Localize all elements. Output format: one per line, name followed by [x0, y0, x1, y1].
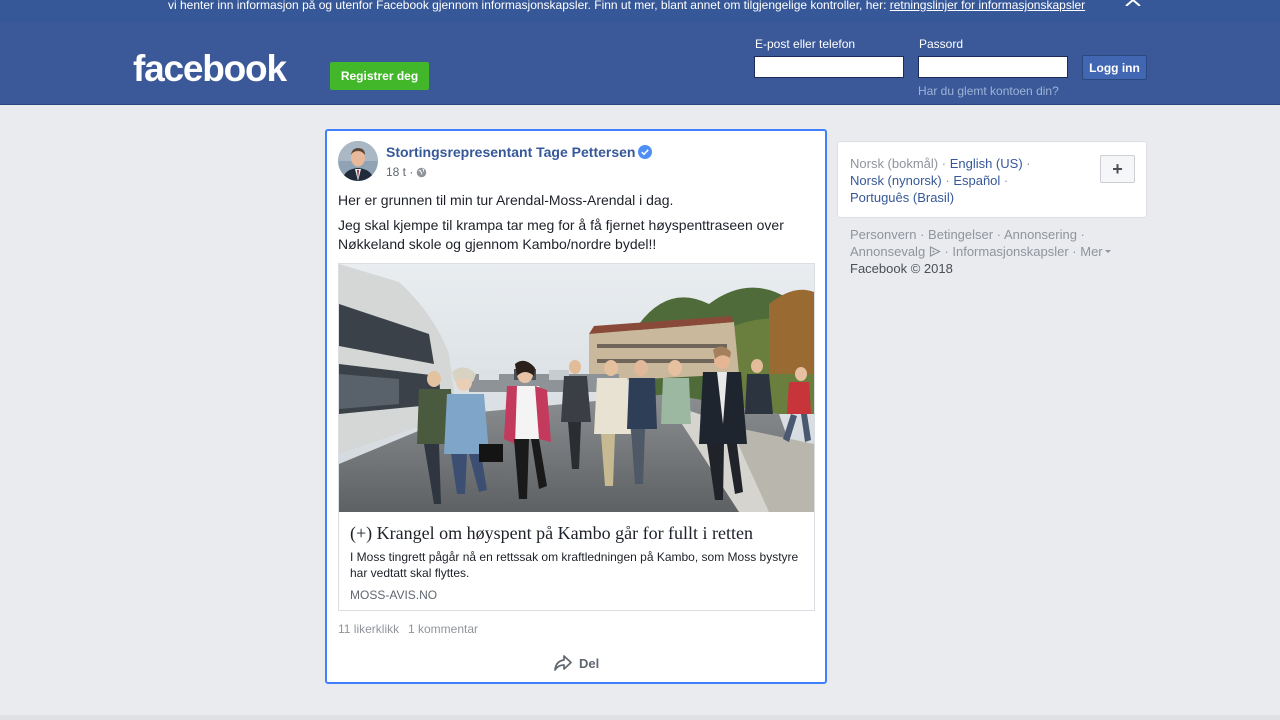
- facebook-logo[interactable]: facebook: [133, 45, 287, 93]
- footer-link-adchoices[interactable]: Annonsevalg: [850, 244, 925, 259]
- bottom-bar: [0, 715, 1280, 720]
- language-option-portugues[interactable]: Português (Brasil): [850, 190, 954, 205]
- password-label: Passord: [919, 37, 964, 51]
- add-language-button[interactable]: +: [1100, 155, 1135, 183]
- likes-count[interactable]: 11 likerklikk: [338, 622, 399, 636]
- footer-link-cookies[interactable]: Informasjonskapsler: [952, 244, 1068, 259]
- post-text-line-2: Jeg skal kjempe til krampa tar meg for å…: [338, 217, 784, 252]
- register-button[interactable]: Registrer deg: [330, 62, 429, 90]
- cookie-banner-text: vi henter inn informasjon på og utenfor …: [168, 0, 890, 12]
- link-preview-card[interactable]: (+) Krangel om høyspent på Kambo går for…: [338, 263, 815, 611]
- email-label: E-post eller telefon: [755, 37, 856, 51]
- password-field[interactable]: [918, 56, 1068, 78]
- separator: ·: [1022, 156, 1031, 171]
- cookie-banner: vi henter inn informasjon på og utenfor …: [0, 0, 1280, 22]
- language-option-nynorsk[interactable]: Norsk (nynorsk): [850, 173, 942, 188]
- forgot-account-link[interactable]: Har du glemt kontoen din?: [918, 84, 1059, 98]
- footer-link-terms[interactable]: Betingelser: [928, 227, 993, 242]
- language-option-espanol[interactable]: Español: [953, 173, 1000, 188]
- news-photo: [339, 264, 814, 512]
- link-title[interactable]: (+) Krangel om høyspent på Kambo går for…: [350, 523, 753, 544]
- footer-links: Personvern · Betingelser · Annonsering ·…: [850, 226, 1150, 277]
- top-navigation-bar: facebook Registrer deg E-post eller tele…: [0, 22, 1280, 105]
- share-label: Del: [579, 655, 600, 671]
- language-selector-box: Norsk (bokmål) · English (US) · Norsk (n…: [837, 141, 1147, 218]
- close-icon[interactable]: [1124, 0, 1142, 6]
- post-text-line-1: Her er grunnen til min tur Arendal-Moss-…: [338, 192, 674, 208]
- share-button[interactable]: Del: [553, 653, 599, 673]
- author-avatar[interactable]: [338, 141, 378, 181]
- login-button[interactable]: Logg inn: [1082, 55, 1147, 80]
- post-author-name[interactable]: Stortingsrepresentant Tage Pettersen: [386, 144, 635, 160]
- separator: ·: [993, 227, 1004, 242]
- chevron-down-icon[interactable]: [1104, 250, 1111, 253]
- comments-count[interactable]: 1 kommentar: [408, 622, 478, 636]
- adchoices-icon: [929, 246, 941, 257]
- separator: ·: [938, 156, 950, 171]
- separator: ·: [916, 227, 929, 242]
- language-option-english[interactable]: English (US): [950, 156, 1023, 171]
- language-current: Norsk (bokmål): [850, 156, 939, 171]
- separator: ·: [1076, 227, 1085, 242]
- footer-link-more[interactable]: Mer: [1080, 244, 1102, 259]
- link-domain: MOSS-AVIS.NO: [350, 588, 438, 602]
- copyright-text: Facebook © 2018: [850, 261, 953, 276]
- verified-badge-icon: [638, 145, 652, 159]
- cookie-policy-link[interactable]: retningslinjer for informasjonskapsler: [890, 0, 1085, 12]
- separator: ·: [941, 173, 954, 188]
- cookie-banner-text-wrap: vi henter inn informasjon på og utenfor …: [168, 0, 1085, 12]
- language-list: Norsk (bokmål) · English (US) · Norsk (n…: [850, 155, 1080, 206]
- separator: ·: [1000, 173, 1009, 188]
- email-field[interactable]: [754, 56, 904, 78]
- link-description: I Moss tingrett pågår nå en rettssak om …: [350, 550, 799, 580]
- separator: ·: [1068, 244, 1081, 259]
- footer-link-advertising[interactable]: Annonsering: [1004, 227, 1077, 242]
- link-preview-image[interactable]: [339, 264, 814, 512]
- share-arrow-icon: [554, 655, 572, 671]
- globe-icon: [416, 167, 427, 178]
- avatar-image: [338, 141, 378, 181]
- separator: ·: [940, 244, 953, 259]
- footer-link-privacy[interactable]: Personvern: [850, 227, 916, 242]
- post-card: Stortingsrepresentant Tage Pettersen 18 …: [325, 129, 827, 684]
- post-timestamp[interactable]: 18 t ·: [386, 165, 413, 179]
